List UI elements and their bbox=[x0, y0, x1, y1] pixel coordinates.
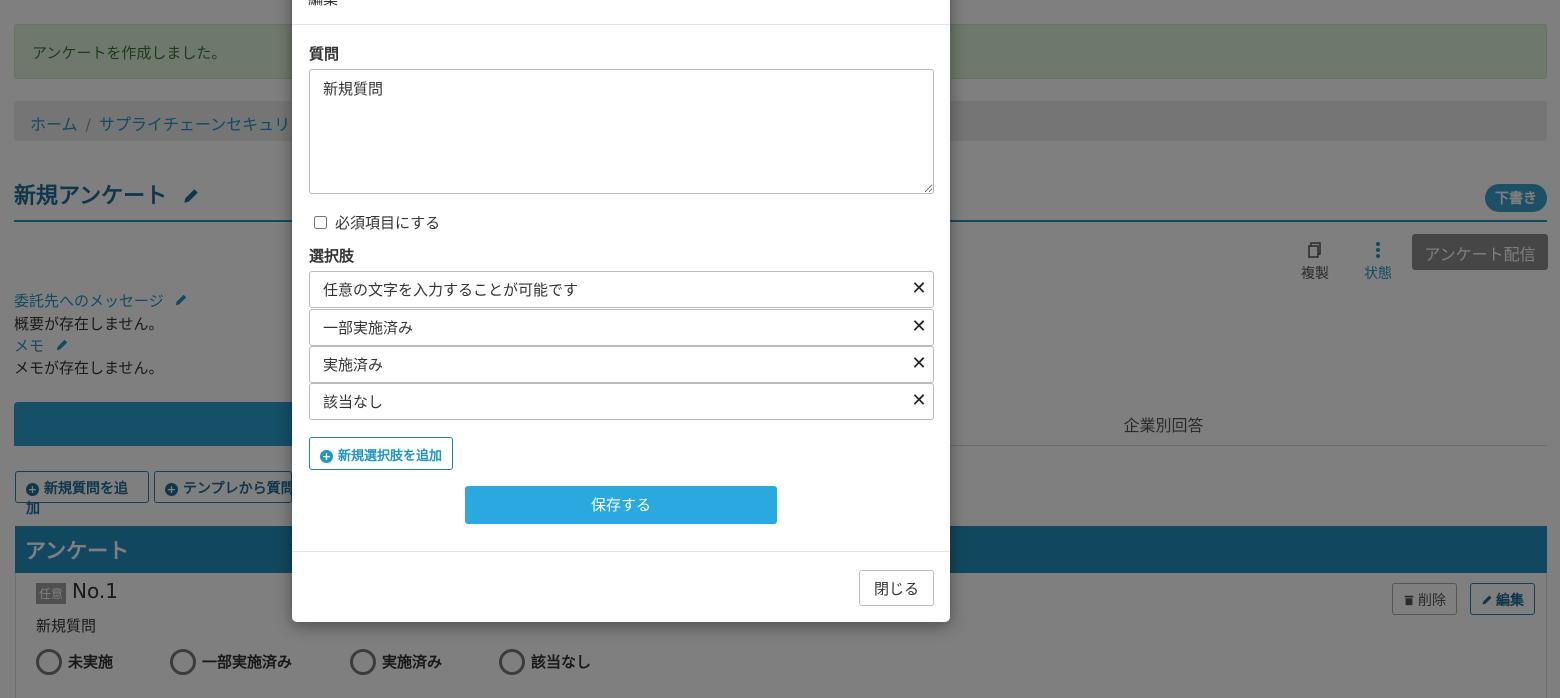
choice-input[interactable] bbox=[310, 310, 890, 345]
required-checkbox[interactable] bbox=[314, 216, 327, 229]
question-field-label: 質問 bbox=[309, 45, 340, 63]
save-button[interactable]: 保存する bbox=[465, 486, 777, 524]
choice-input[interactable] bbox=[310, 272, 890, 307]
close-modal-button[interactable]: 閉じる bbox=[859, 570, 934, 606]
required-label: 必須項目にする bbox=[335, 214, 441, 232]
choice-input[interactable] bbox=[310, 384, 890, 419]
choice-field: ✕ bbox=[309, 383, 934, 420]
plus-circle-icon: + bbox=[320, 450, 333, 463]
edit-question-modal: 編集 質問 新規質問 必須項目にする 選択肢 ✕ ✕ ✕ ✕ + 新規選択肢を追加… bbox=[292, 0, 950, 622]
question-textarea[interactable]: 新規質問 bbox=[309, 69, 934, 194]
modal-footer: 閉じる bbox=[292, 551, 950, 622]
modal-header: 編集 bbox=[292, 0, 950, 25]
close-icon[interactable]: ✕ bbox=[911, 279, 927, 299]
choice-input[interactable] bbox=[310, 347, 890, 382]
add-choice-button[interactable]: + 新規選択肢を追加 bbox=[309, 437, 454, 470]
choice-field: ✕ bbox=[309, 271, 934, 308]
choice-field: ✕ bbox=[309, 346, 934, 383]
close-icon[interactable]: ✕ bbox=[911, 391, 927, 411]
add-choice-label: 新規選択肢を追加 bbox=[338, 449, 443, 464]
close-icon[interactable]: ✕ bbox=[911, 317, 927, 337]
choice-field: ✕ bbox=[309, 309, 934, 346]
choices-field-label: 選択肢 bbox=[309, 247, 355, 265]
modal-title: 編集 bbox=[308, 0, 338, 8]
close-icon[interactable]: ✕ bbox=[911, 354, 927, 374]
required-checkbox-row[interactable]: 必須項目にする bbox=[314, 212, 440, 233]
